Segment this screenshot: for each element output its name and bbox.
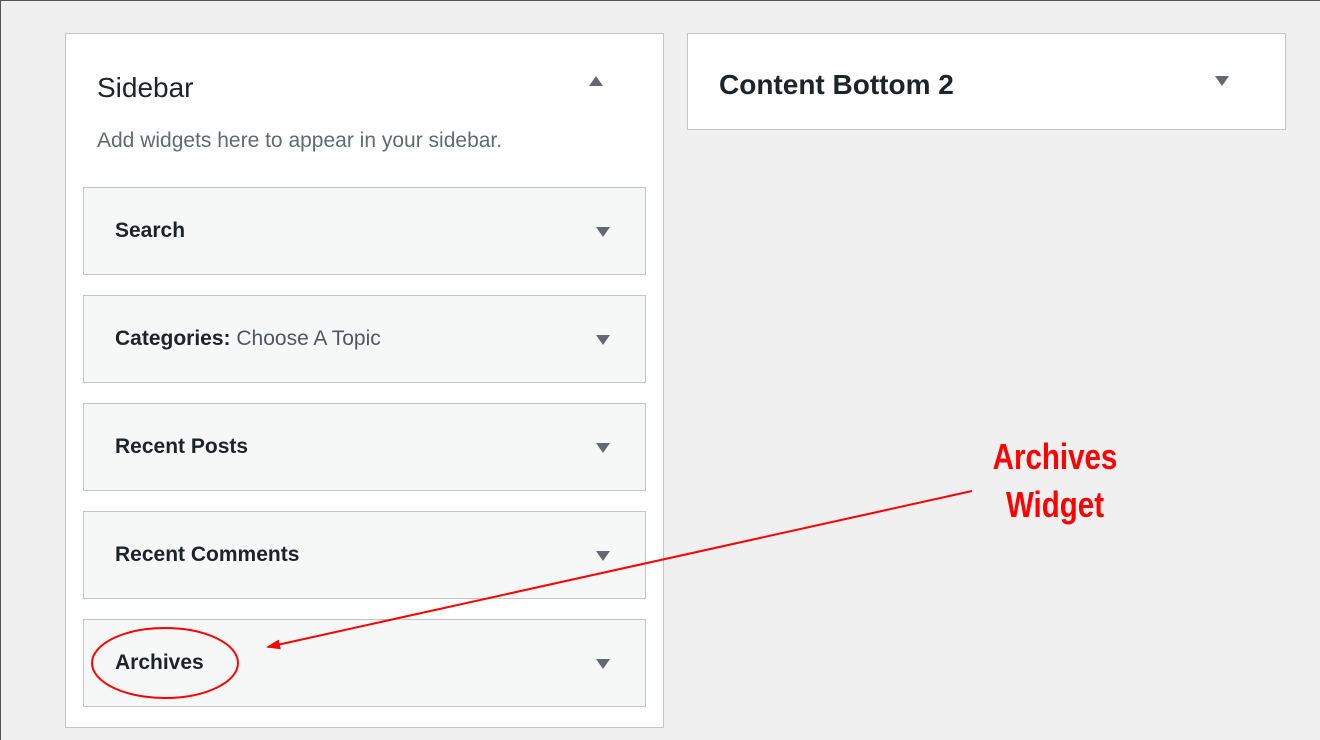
widget-search[interactable]: Search: [83, 187, 646, 275]
expand-arrow-icon[interactable]: [596, 659, 610, 669]
widget-title: Archives: [115, 651, 204, 675]
widget-title: Categories: Choose A Topic: [115, 327, 381, 351]
widget-title-label: Recent Comments: [115, 543, 300, 566]
widget-title-label: Search: [115, 219, 186, 242]
annotation-label-line1: Archives: [992, 436, 1118, 477]
annotation-label-line2: Widget: [1005, 484, 1105, 525]
expand-arrow-icon[interactable]: [596, 335, 610, 345]
widget-archives[interactable]: Archives: [83, 619, 646, 707]
widget-recent-comments[interactable]: Recent Comments: [83, 511, 646, 599]
widget-subtitle: Choose A Topic: [236, 327, 381, 350]
expand-arrow-icon[interactable]: [596, 551, 610, 561]
content-bottom-2-widget-area: Content Bottom 2: [687, 33, 1286, 130]
widget-title-label: Archives: [115, 651, 204, 674]
content-bottom-title[interactable]: Content Bottom 2: [719, 69, 954, 101]
expand-arrow-icon[interactable]: [596, 227, 610, 237]
widget-title: Recent Comments: [115, 543, 299, 567]
sidebar-description: Add widgets here to appear in your sideb…: [97, 129, 503, 152]
widget-title-label: Recent Posts: [115, 435, 249, 458]
sidebar-widget-area: Sidebar Add widgets here to appear in yo…: [65, 33, 664, 728]
widget-title-label: Categories:: [115, 327, 231, 350]
widget-recent-posts[interactable]: Recent Posts: [83, 403, 646, 491]
collapse-arrow-icon[interactable]: [589, 76, 603, 86]
widget-categories[interactable]: Categories: Choose A Topic: [83, 295, 646, 383]
widget-title: Search: [115, 219, 185, 243]
sidebar-title[interactable]: Sidebar: [97, 72, 194, 104]
widget-title: Recent Posts: [115, 435, 248, 459]
expand-arrow-icon[interactable]: [1215, 76, 1229, 86]
expand-arrow-icon[interactable]: [596, 443, 610, 453]
